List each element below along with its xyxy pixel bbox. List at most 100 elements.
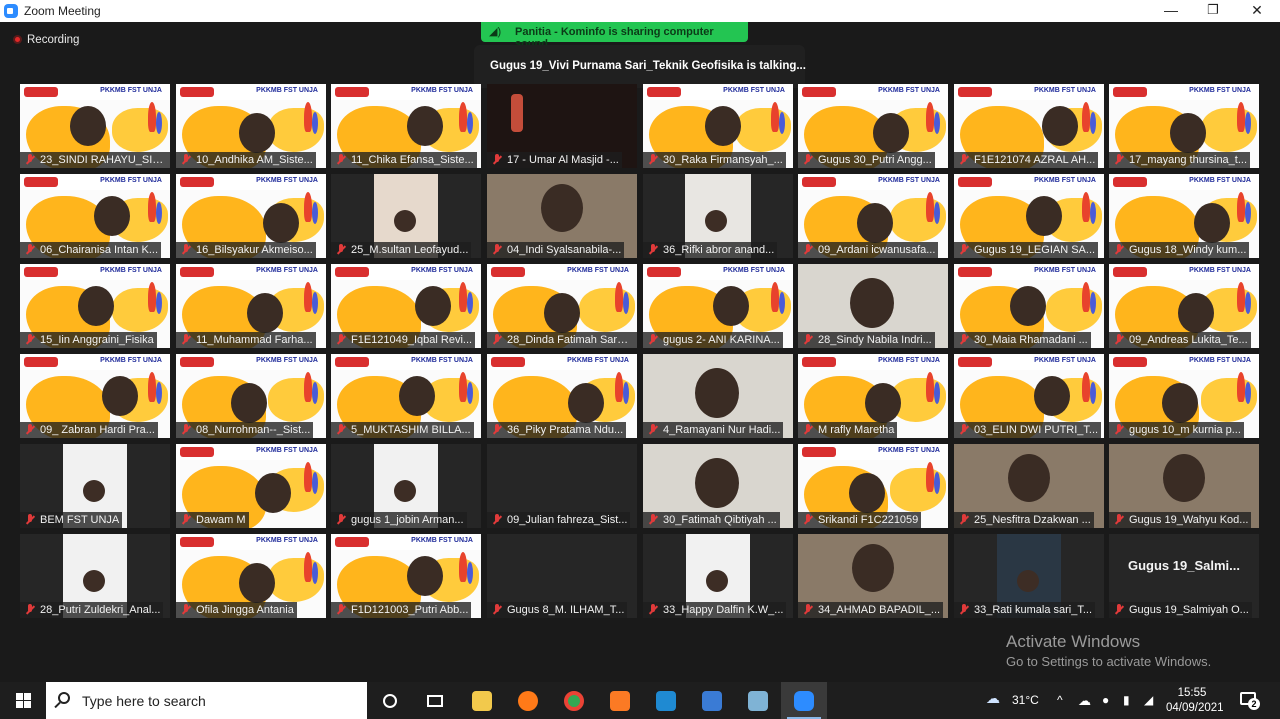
participant-face xyxy=(544,293,580,333)
participant-tile[interactable]: PKKMB FST UNJA gugus 2- ANI KARINA... xyxy=(643,264,793,348)
participant-tile[interactable]: 4_Ramayani Nur Hadi... xyxy=(643,354,793,438)
participant-tile[interactable]: 04_Indi Syalsanabila-... xyxy=(487,174,637,258)
recording-indicator[interactable]: Recording xyxy=(13,34,79,46)
participant-tile[interactable]: gugus 1_jobin Arman... xyxy=(331,444,481,528)
participant-tile[interactable]: 25_M.sultan Leofayud... xyxy=(331,174,481,258)
start-button[interactable] xyxy=(0,682,46,719)
participant-tile[interactable]: PKKMB FST UNJA 5_MUKTASHIM BILLA... xyxy=(331,354,481,438)
participant-tile[interactable]: 30_Fatimah Qibtiyah ... xyxy=(643,444,793,528)
participant-name: gugus 2- ANI KARINA... xyxy=(643,332,783,348)
participant-face xyxy=(102,376,138,416)
participant-tile[interactable]: 36_Rifki abror anand... xyxy=(643,174,793,258)
participant-name-text: 11_Chika Efansa_Siste... xyxy=(351,154,474,166)
tile-brand: PKKMB FST UNJA xyxy=(411,87,473,94)
muted-mic-icon xyxy=(335,154,347,166)
participant-tile[interactable]: PKKMB FST UNJA 30_Raka Firmansyah_... xyxy=(643,84,793,168)
participant-tile[interactable]: PKKMB FST UNJA 09_ Zabran Hardi Pra... xyxy=(20,354,170,438)
notification-center-button[interactable]: 2 xyxy=(1238,690,1260,710)
tile-brand: PKKMB FST UNJA xyxy=(256,177,318,184)
close-button[interactable]: ✕ xyxy=(1234,0,1280,22)
participant-tile[interactable]: PKKMB FST UNJA 09_Ardani icwanusafa... xyxy=(798,174,948,258)
photos-icon[interactable] xyxy=(689,682,735,719)
participant-tile[interactable]: PKKMB FST UNJA 08_Nurrohman--_Sist... xyxy=(176,354,326,438)
participant-tile[interactable]: Gugus 8_M. ILHAM_T... xyxy=(487,534,637,618)
participant-tile[interactable]: 17 - Umar Al Masjid -... xyxy=(487,84,637,168)
participant-name-text: Dawam M xyxy=(196,514,246,526)
sharing-sound-banner[interactable]: ◢) Panitia - Kominfo is sharing computer… xyxy=(481,22,748,50)
participant-tile[interactable]: PKKMB FST UNJA Dawam M xyxy=(176,444,326,528)
task-view-button[interactable] xyxy=(412,682,458,719)
event-logo-icon xyxy=(647,267,681,277)
participant-tile[interactable]: 28_Putri Zuldekri_Anal... xyxy=(20,534,170,618)
show-hidden-icons[interactable]: ^ xyxy=(1057,693,1063,707)
participant-tile[interactable]: PKKMB FST UNJA 06_Chairanisa Intan K... xyxy=(20,174,170,258)
participant-tile[interactable]: 09_Julian fahreza_Sist... xyxy=(487,444,637,528)
firefox-icon[interactable] xyxy=(505,682,551,719)
participant-tile[interactable]: PKKMB FST UNJA Srikandi F1C221059 xyxy=(798,444,948,528)
weather-temp[interactable]: 31°C xyxy=(1012,693,1039,707)
tile-brand: PKKMB FST UNJA xyxy=(878,357,940,364)
participant-face xyxy=(83,570,105,592)
participant-tile[interactable]: PKKMB FST UNJA 23_SINDI RAHAYU_SIS... xyxy=(20,84,170,168)
participant-tile[interactable]: PKKMB FST UNJA 16_Bilsyakur Akmeiso... xyxy=(176,174,326,258)
participant-name: 30_Maia Rhamadani ... xyxy=(954,332,1091,348)
volume-icon[interactable]: ◢ xyxy=(1144,693,1153,707)
taskbar-clock[interactable]: 15:55 04/09/2021 xyxy=(1166,686,1224,716)
participant-tile[interactable]: PKKMB FST UNJA Gugus 30_Putri Angg... xyxy=(798,84,948,168)
search-input[interactable] xyxy=(82,691,352,711)
event-logo-icon xyxy=(335,537,369,547)
muted-mic-icon xyxy=(647,514,659,526)
participant-tile[interactable]: PKKMB FST UNJA 11_Muhammad Farha... xyxy=(176,264,326,348)
participant-tile[interactable]: 34_AHMAD BAPADIL_... xyxy=(798,534,948,618)
participant-tile[interactable]: PKKMB FST UNJA F1E121049_Iqbal Revi... xyxy=(331,264,481,348)
zoom-taskbar-icon[interactable] xyxy=(781,682,827,719)
participant-tile[interactable]: PKKMB FST UNJA gugus 10_m kurnia p... xyxy=(1109,354,1259,438)
participant-tile[interactable]: PKKMB FST UNJA 15_Iin Anggraini_Fisika xyxy=(20,264,170,348)
cloud-icon[interactable]: ☁ xyxy=(1078,693,1091,709)
participant-tile[interactable]: PKKMB FST UNJA 30_Maia Rhamadani ... xyxy=(954,264,1104,348)
xampp-icon[interactable] xyxy=(597,682,643,719)
microphone-icon[interactable]: ● xyxy=(1102,693,1109,707)
participant-face xyxy=(407,556,443,596)
notepad-icon[interactable] xyxy=(735,682,781,719)
participant-tile[interactable]: BEM FST UNJA xyxy=(20,444,170,528)
participant-name: 28_Dinda Fatimah Sarah_... xyxy=(487,332,637,348)
participant-tile[interactable]: 28_Sindy Nabila Indri... xyxy=(798,264,948,348)
participant-face xyxy=(83,480,105,502)
participant-tile[interactable]: Gugus 19_Wahyu Kod... xyxy=(1109,444,1259,528)
participant-tile[interactable]: PKKMB FST UNJA 09_Andreas Lukita_Te... xyxy=(1109,264,1259,348)
participant-tile[interactable]: PKKMB FST UNJA 17_mayang thursina_t... xyxy=(1109,84,1259,168)
participant-face xyxy=(541,184,583,232)
restore-button[interactable]: ❐ xyxy=(1190,0,1236,22)
participant-tile[interactable]: PKKMB FST UNJA Ofila Jingga Antania xyxy=(176,534,326,618)
participant-tile[interactable]: PKKMB FST UNJA 28_Dinda Fatimah Sarah_... xyxy=(487,264,637,348)
event-logo-icon xyxy=(1113,357,1147,367)
participant-face xyxy=(849,473,885,513)
participant-tile[interactable]: Gugus 19_Salmi... Gugus 19_Salmiyah O... xyxy=(1109,534,1259,618)
participant-tile[interactable]: PKKMB FST UNJA 36_Piky Pratama Ndu... xyxy=(487,354,637,438)
participant-tile[interactable]: PKKMB FST UNJA M rafly Maretha xyxy=(798,354,948,438)
participant-tile[interactable]: PKKMB FST UNJA 03_ELIN DWI PUTRI_T... xyxy=(954,354,1104,438)
participant-tile[interactable]: PKKMB FST UNJA Gugus 18_Windy kum... xyxy=(1109,174,1259,258)
chrome-icon[interactable] xyxy=(551,682,597,719)
speaker-icon: ◢) xyxy=(489,26,502,38)
participant-name-text: 5_MUKTASHIM BILLA... xyxy=(351,424,471,436)
participant-name: Gugus 19_Salmiyah O... xyxy=(1109,602,1252,618)
participant-name: Gugus 19_Wahyu Kod... xyxy=(1109,512,1252,528)
participant-tile[interactable]: PKKMB FST UNJA F1D121003_Putri Abb... xyxy=(331,534,481,618)
participant-tile[interactable]: PKKMB FST UNJA Gugus 19_LEGIAN SA... xyxy=(954,174,1104,258)
battery-icon[interactable]: ▮ xyxy=(1123,693,1130,707)
participant-tile[interactable]: PKKMB FST UNJA 11_Chika Efansa_Siste... xyxy=(331,84,481,168)
participant-tile[interactable]: 33_Rati kumala sari_T... xyxy=(954,534,1104,618)
participant-tile[interactable]: PKKMB FST UNJA F1E121074 AZRAL AH... xyxy=(954,84,1104,168)
file-explorer-icon[interactable] xyxy=(459,682,505,719)
minimize-button[interactable]: — xyxy=(1148,0,1194,22)
taskbar-search[interactable] xyxy=(46,682,367,719)
participant-tile[interactable]: PKKMB FST UNJA 10_Andhika AM_Siste... xyxy=(176,84,326,168)
vscode-icon[interactable] xyxy=(643,682,689,719)
cortana-button[interactable] xyxy=(367,682,413,719)
participant-tile[interactable]: 25_Nesfitra Dzakwan ... xyxy=(954,444,1104,528)
participant-name: 30_Raka Firmansyah_... xyxy=(643,152,786,168)
participant-tile[interactable]: 33_Happy Dalfin K.W_... xyxy=(643,534,793,618)
window-title: Zoom Meeting xyxy=(24,4,101,18)
